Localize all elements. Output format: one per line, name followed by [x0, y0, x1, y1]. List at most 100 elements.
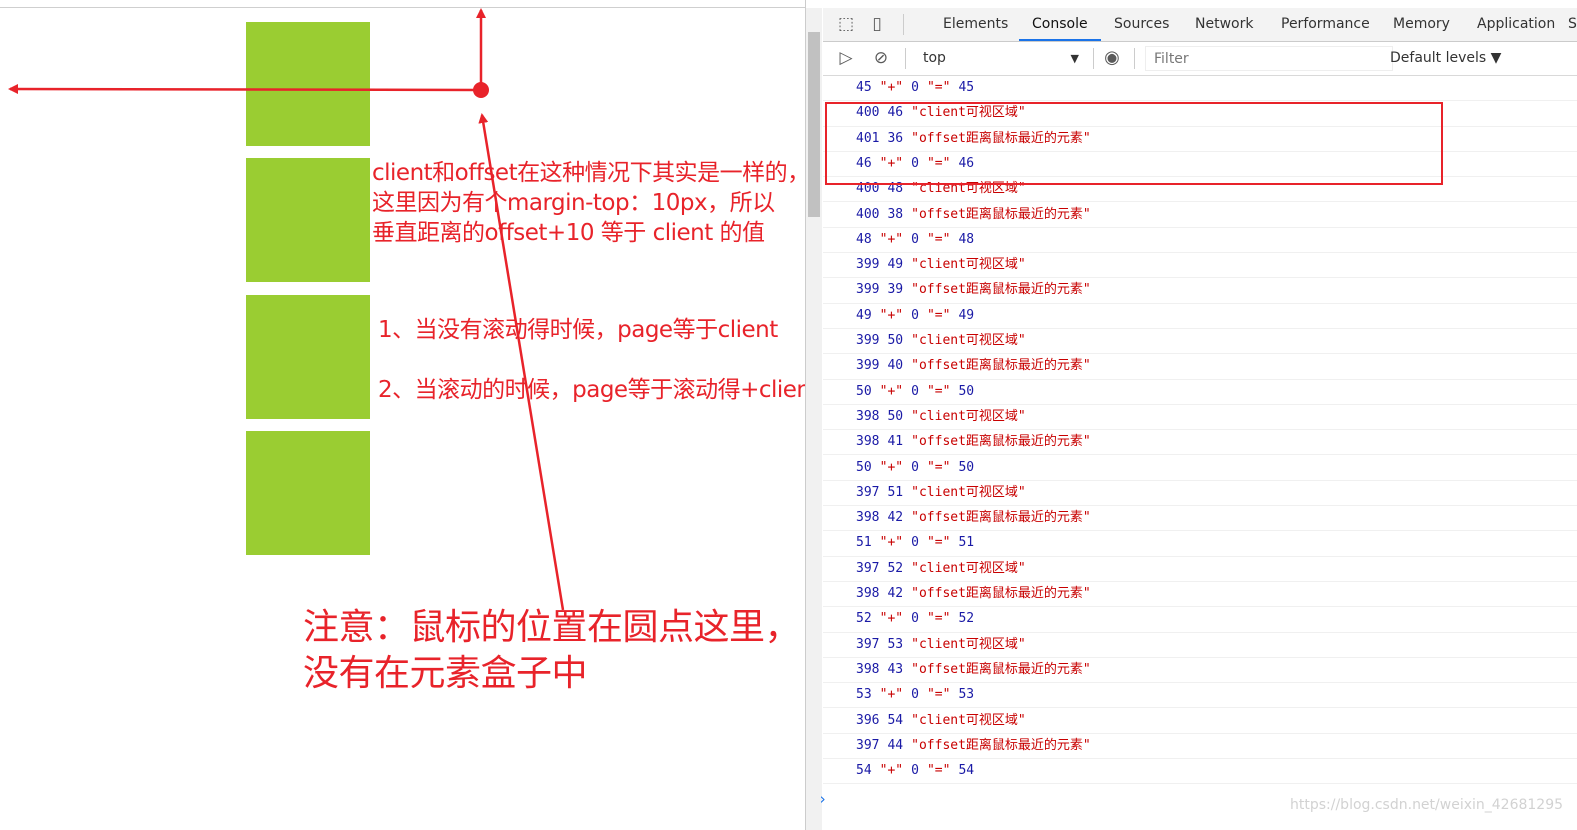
log-number: 50 — [958, 459, 975, 475]
console-log-row: 399 39 "offset距离鼠标最近的元素" — [823, 278, 1577, 304]
log-string: "=" — [926, 307, 951, 323]
log-number: 38 — [887, 206, 904, 222]
log-string: "+" — [879, 535, 904, 551]
console-log-row: 52 "+" 0 "=" 52 — [823, 607, 1577, 633]
annotation-page-1: 1、当没有滚动得时候，page等于client — [378, 317, 778, 343]
log-string: "offset距离鼠标最近的元素" — [911, 737, 1091, 753]
log-number: 399 — [856, 358, 880, 374]
log-string: "=" — [926, 383, 951, 399]
log-string: "client可视区域" — [911, 560, 1026, 576]
console-log-row: 398 41 "offset距离鼠标最近的元素" — [823, 430, 1577, 456]
log-number: 39 — [887, 282, 904, 298]
log-number: 54 — [958, 763, 975, 779]
web-page: client和offset在这种情况下其实是一样的， 这里因为有个margin-… — [0, 0, 820, 830]
console-log-row: 51 "+" 0 "=" 51 — [823, 531, 1577, 557]
log-number: 42 — [887, 510, 904, 526]
log-number: 399 — [856, 257, 880, 273]
log-string: "+" — [879, 307, 904, 323]
watermark: https://blog.csdn.net/weixin_42681295 — [1290, 797, 1564, 813]
device-toolbar-icon[interactable]: ▯ — [867, 14, 887, 34]
console-log-row: 399 40 "offset距离鼠标最近的元素" — [823, 354, 1577, 380]
tab-network[interactable]: Network — [1182, 8, 1266, 41]
log-string: "client可视区域" — [911, 257, 1026, 273]
console-log-row: 398 43 "offset距离鼠标最近的元素" — [823, 658, 1577, 684]
log-number: 52 — [856, 611, 872, 627]
console-log-row: 397 51 "client可视区域" — [823, 481, 1577, 507]
log-number: 0 — [911, 611, 919, 627]
green-box-3 — [246, 295, 370, 419]
console-log-row: 54 "+" 0 "=" 54 — [823, 759, 1577, 785]
scrollbar-thumb[interactable] — [808, 32, 820, 217]
context-selector[interactable]: top ▼ — [915, 46, 1085, 71]
log-number: 50 — [856, 459, 872, 475]
tab-memory[interactable]: Memory — [1380, 8, 1463, 41]
show-sidebar-icon[interactable]: ▷ — [836, 48, 856, 68]
tab-performance[interactable]: Performance — [1268, 8, 1383, 41]
annotation-line: 注意：鼠标的位置在圆点这里， — [303, 607, 801, 648]
console-log-row: 398 42 "offset距离鼠标最近的元素" — [823, 506, 1577, 532]
log-number: 45 — [856, 80, 872, 95]
console-toolbar: ▷ ⊘ top ▼ ◉ Filter Default levels ▼ — [823, 42, 1577, 76]
log-string: "+" — [879, 80, 904, 95]
log-string: "=" — [926, 231, 951, 247]
toolbar-divider — [1134, 48, 1135, 69]
log-number: 44 — [887, 737, 904, 753]
log-number: 0 — [911, 459, 919, 475]
log-number: 398 — [856, 661, 880, 677]
log-string: "client可视区域" — [911, 712, 1026, 728]
default-levels-dropdown[interactable]: Default levels ▼ — [1390, 46, 1501, 71]
log-string: "offset距离鼠标最近的元素" — [911, 510, 1091, 526]
tab-console[interactable]: Console — [1019, 8, 1101, 41]
log-number: 53 — [887, 636, 904, 652]
filter-input[interactable]: Filter — [1145, 46, 1393, 71]
page-scrollbar[interactable] — [806, 8, 822, 830]
tab-elements[interactable]: Elements — [930, 8, 1021, 41]
log-string: "offset距离鼠标最近的元素" — [911, 282, 1091, 298]
log-number: 50 — [958, 383, 975, 399]
log-number: 40 — [887, 358, 904, 374]
log-number: 53 — [856, 687, 872, 703]
tab-sources[interactable]: Sources — [1101, 8, 1182, 41]
log-string: "+" — [879, 459, 904, 475]
log-number: 0 — [911, 383, 919, 399]
console-log-row: 399 49 "client可视区域" — [823, 253, 1577, 279]
log-number: 50 — [856, 383, 872, 399]
log-string: "client可视区域" — [911, 484, 1026, 500]
log-number: 50 — [887, 333, 904, 348]
tab-security-truncated[interactable]: S — [1565, 8, 1577, 41]
log-number: 48 — [856, 231, 872, 247]
console-prompt[interactable]: › — [818, 790, 827, 808]
log-number: 54 — [856, 763, 872, 779]
inspect-element-icon[interactable]: ⬚ — [836, 14, 856, 34]
log-number: 52 — [887, 560, 904, 576]
log-string: "=" — [926, 459, 951, 475]
clear-console-icon[interactable]: ⊘ — [871, 48, 891, 68]
console-log-row: 396 54 "client可视区域" — [823, 709, 1577, 734]
log-number: 0 — [911, 80, 919, 95]
log-string: "+" — [879, 763, 904, 779]
annotation-page-2: 2、当滚动的时候，page等于滚动得+client — [378, 377, 820, 403]
log-number: 398 — [856, 434, 880, 450]
log-number: 54 — [887, 712, 904, 728]
console-log-row: 397 53 "client可视区域" — [823, 633, 1577, 658]
console-log-row: 50 "+" 0 "=" 50 — [823, 456, 1577, 481]
eye-icon[interactable]: ◉ — [1102, 48, 1122, 68]
tab-application[interactable]: Application — [1464, 8, 1568, 41]
devtools-tabbar: ⬚ ▯ Elements Console Sources Network Per… — [823, 8, 1577, 42]
toolbar-divider — [1093, 48, 1094, 69]
log-number: 0 — [911, 307, 919, 323]
log-number: 41 — [887, 434, 904, 450]
context-value: top — [923, 50, 946, 66]
log-number: 53 — [958, 687, 975, 703]
page-top-border — [0, 7, 805, 8]
annotation-arrows — [8, 8, 565, 611]
log-number: 45 — [958, 80, 975, 95]
log-string: "client可视区域" — [911, 333, 1026, 348]
log-string: "=" — [926, 80, 951, 95]
console-log-row: 397 44 "offset距离鼠标最近的元素" — [823, 734, 1577, 760]
log-number: 50 — [887, 408, 904, 424]
log-number: 400 — [856, 206, 880, 222]
log-number: 52 — [958, 611, 975, 627]
log-string: "offset距离鼠标最近的元素" — [911, 434, 1091, 450]
annotation-line: 没有在元素盒子中 — [303, 653, 588, 694]
